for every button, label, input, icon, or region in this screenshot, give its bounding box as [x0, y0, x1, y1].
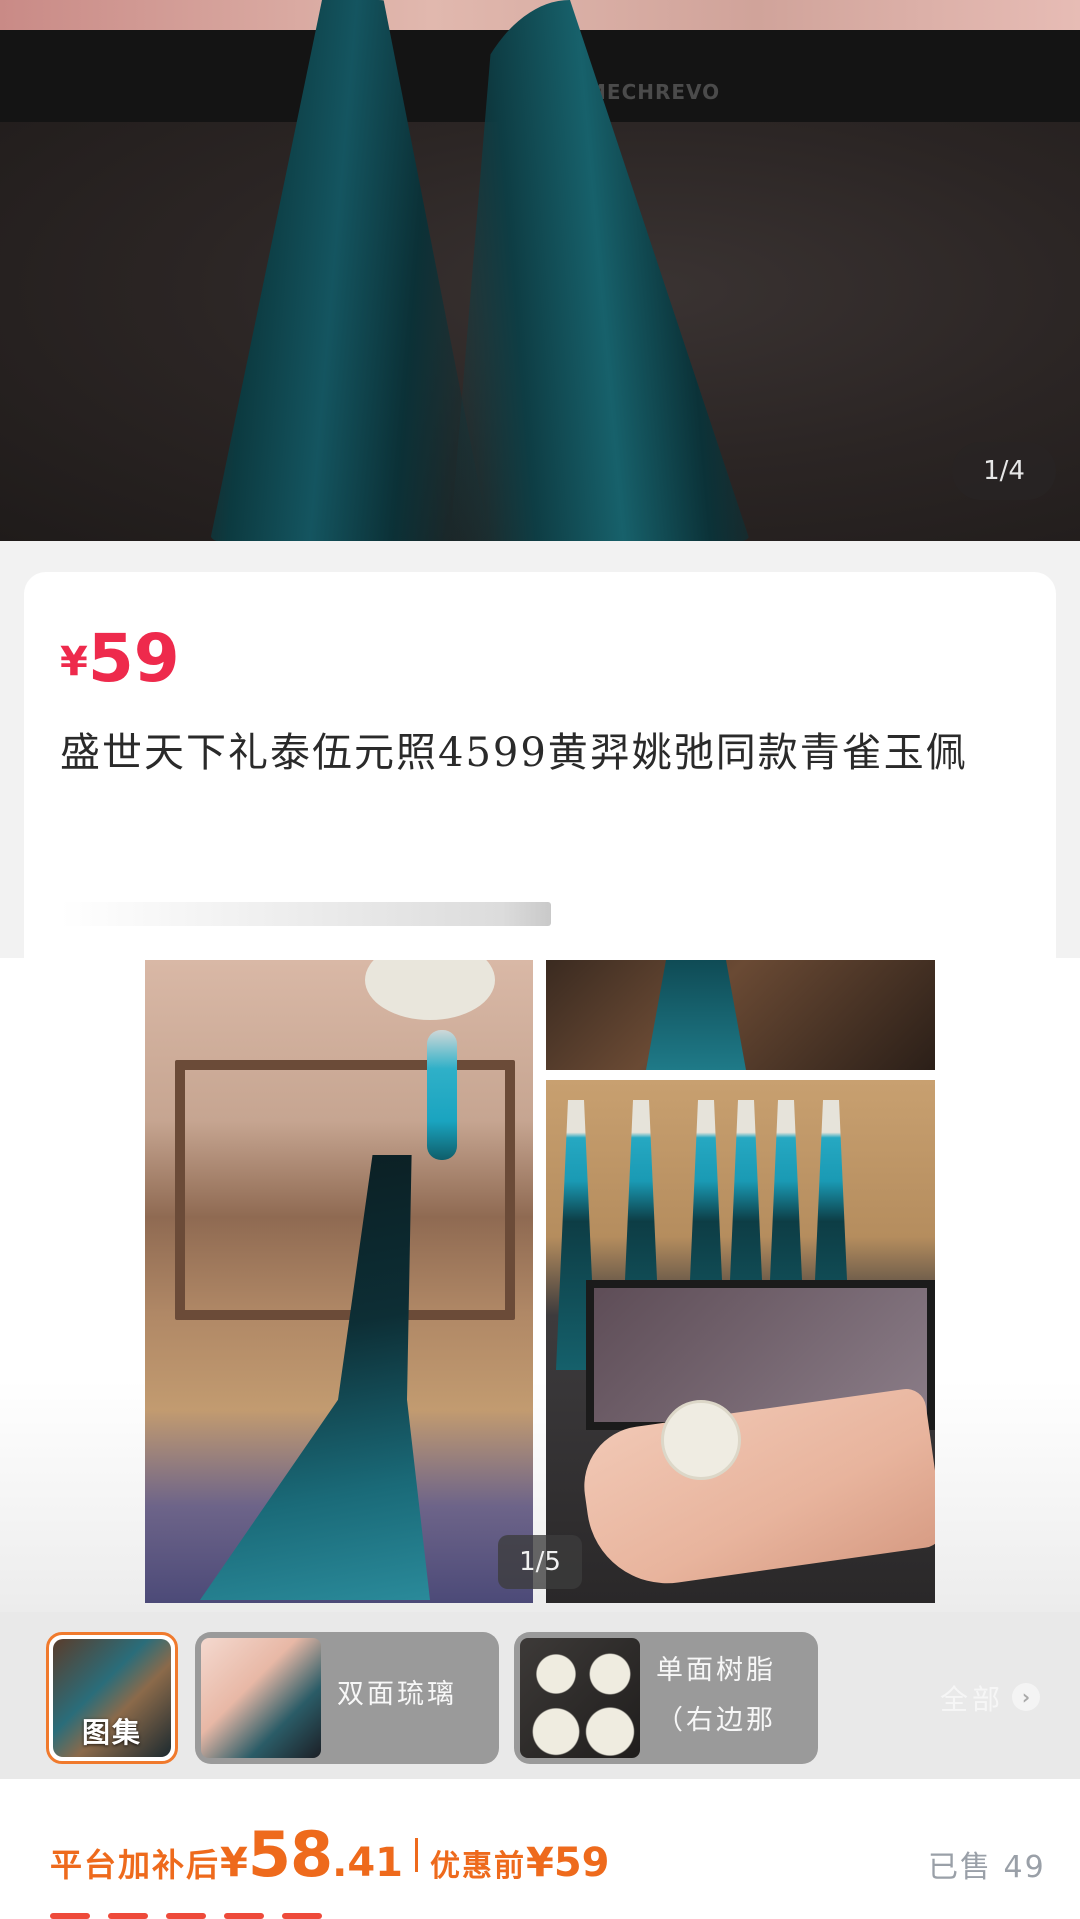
subsidy-label: 平台加补后: [50, 1846, 221, 1884]
sold-count: 已售 49: [928, 1842, 1046, 1886]
variant-thumbnail: [201, 1638, 321, 1758]
variant-label: 图集: [81, 1716, 142, 1749]
variant-thumbnail: [520, 1638, 640, 1758]
bead-string-image: [427, 1030, 457, 1160]
subsidy-price: 平台加补后¥58.41 优惠前¥59: [50, 1818, 610, 1891]
loading-placeholder-bar: [60, 902, 551, 926]
gallery-image-main[interactable]: [145, 960, 533, 1603]
original-price: ¥59: [526, 1840, 610, 1886]
subsidy-currency: ¥: [220, 1840, 248, 1886]
chevron-right-icon[interactable]: ›: [1012, 1683, 1040, 1711]
subsidy-decimal: .41: [332, 1840, 403, 1886]
jade-pendant-image: [661, 1400, 741, 1480]
product-page: MECHREVO 1/4 ¥59 盛世天下礼泰伍元照4599黄羿姚弛同款青雀玉佩…: [0, 0, 1080, 1919]
sold-number: 49: [1003, 1850, 1046, 1885]
tassel-image: [646, 960, 746, 1070]
original-price-label: 优惠前: [430, 1849, 526, 1884]
sold-label: 已售: [928, 1850, 992, 1885]
product-title: 盛世天下礼泰伍元照4599黄羿姚弛同款青雀玉佩: [60, 730, 968, 776]
variant-label: 单面树脂（右边那: [656, 1655, 776, 1736]
variant-option-single-resin[interactable]: 单面树脂（右边那: [514, 1632, 818, 1764]
price-value: 59: [87, 620, 180, 697]
currency-symbol: ¥: [60, 639, 88, 685]
product-price: ¥59: [60, 620, 180, 697]
gallery-image-top-right[interactable]: [546, 960, 935, 1070]
next-row-peek: [50, 1904, 470, 1919]
gallery-image-counter: 1/5: [498, 1535, 582, 1589]
gallery-image-bottom-right[interactable]: [546, 1080, 935, 1603]
hero-image-carousel[interactable]: MECHREVO 1/4: [0, 0, 1080, 541]
variant-option-gallery[interactable]: 图集: [46, 1632, 178, 1764]
jade-pendant-image: [365, 960, 495, 1020]
wooden-stand-image: [175, 1060, 515, 1320]
hero-image-counter: 1/4: [952, 442, 1056, 500]
view-all-variants-link[interactable]: 全部: [940, 1678, 1004, 1718]
subsidy-integer: 58: [247, 1818, 333, 1891]
variant-label: 双面琉璃: [337, 1679, 457, 1710]
variant-option-double-glass[interactable]: 双面琉璃: [195, 1632, 499, 1764]
divider: [415, 1838, 418, 1872]
monitor-brand-text: MECHREVO: [586, 80, 721, 104]
